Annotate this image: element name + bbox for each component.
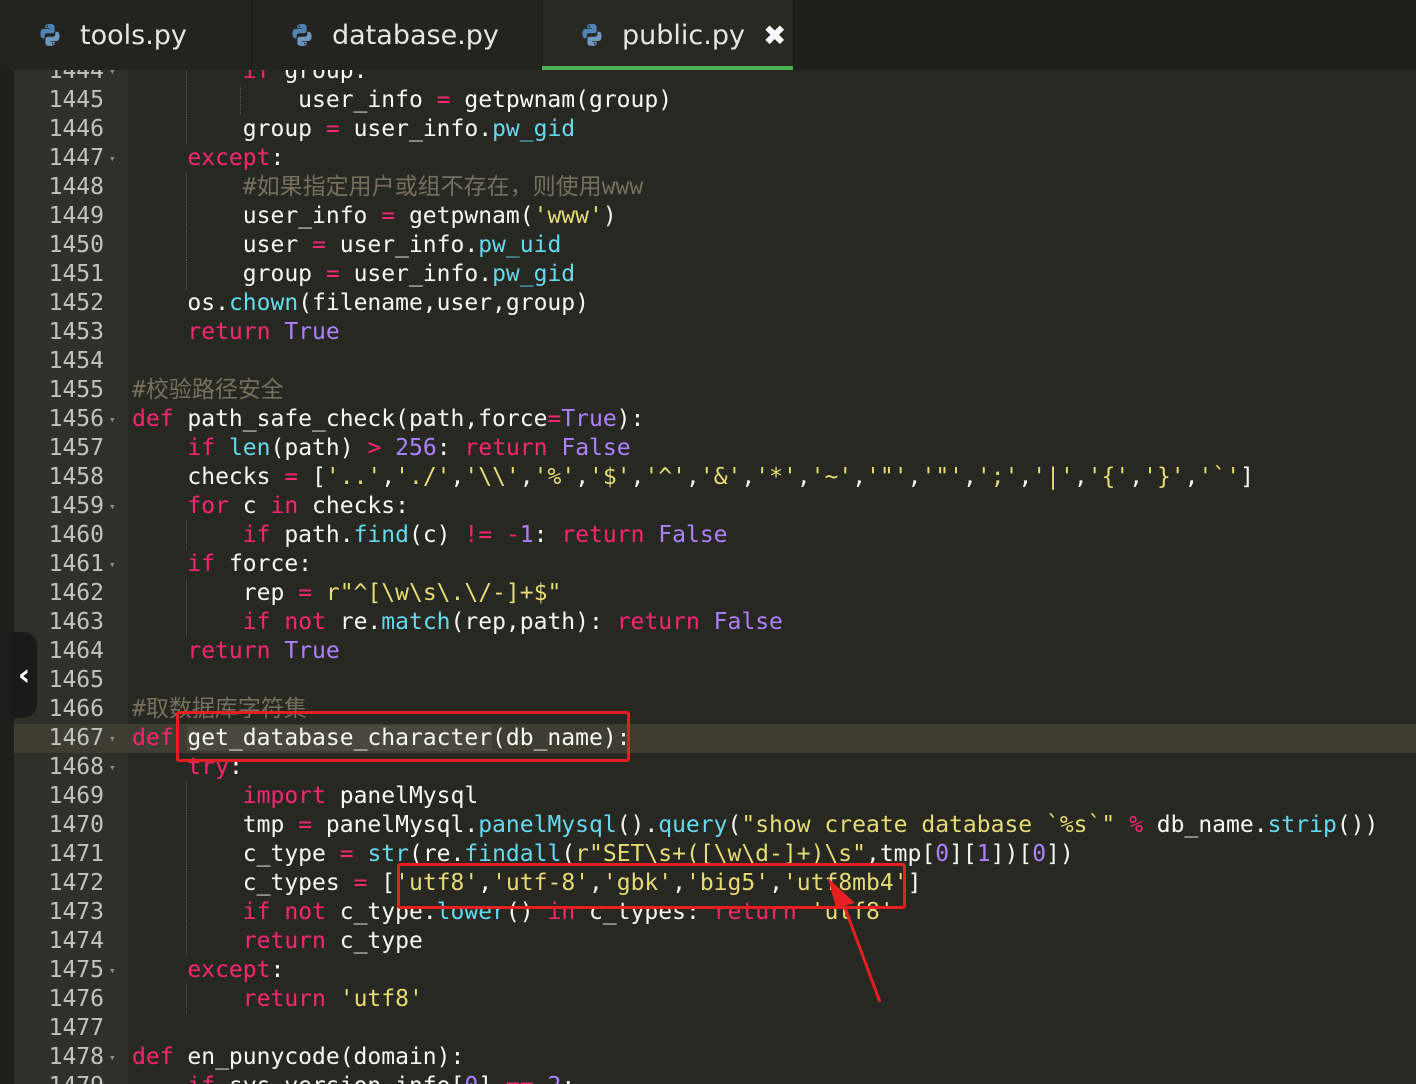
collapse-sidebar-button[interactable]: ‹ <box>11 632 37 718</box>
tab-label: public.py <box>622 19 745 51</box>
tab-database-py[interactable]: database.py <box>252 0 542 70</box>
annotation-arrow-icon <box>828 878 882 1003</box>
tab-label: database.py <box>332 19 499 51</box>
tab-tools-py[interactable]: tools.py <box>0 0 252 70</box>
python-file-icon <box>582 24 602 46</box>
tab-public-py[interactable]: public.py ✖ <box>542 0 794 70</box>
tab-bar: tools.py database.py public.py ✖ <box>0 0 1416 70</box>
tab-label: tools.py <box>80 19 187 51</box>
python-file-icon <box>40 24 60 46</box>
python-file-icon <box>292 24 312 46</box>
code-editor[interactable]: 1444 ▾ if group: 1445 user_info = getpwnam… <box>0 70 1416 1084</box>
tab-bar-empty-space <box>794 0 1416 70</box>
close-tab-icon[interactable]: ✖ <box>763 19 786 52</box>
chevron-left-icon: ‹ <box>17 657 31 693</box>
